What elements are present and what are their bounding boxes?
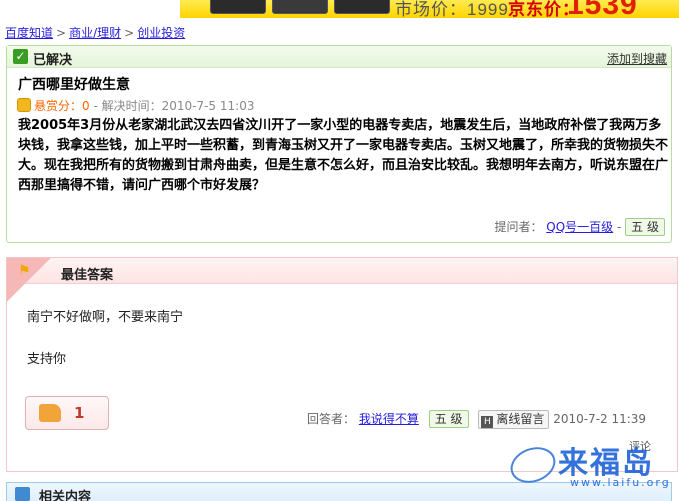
separator: - — [617, 220, 626, 234]
breadcrumb-separator: > — [56, 26, 67, 40]
flag-icon: ⚑ — [18, 263, 31, 279]
question-status: 已解决 — [33, 53, 73, 68]
like-button[interactable]: 1 — [25, 396, 109, 430]
like-count: 1 — [74, 404, 85, 422]
asker-label: 提问者： — [494, 220, 543, 234]
answer-time: 2010-7-2 11:39 — [553, 412, 647, 426]
asker-info: 提问者： QQ号一百级 - 五 级 — [494, 218, 665, 236]
breadcrumb-separator: > — [124, 26, 135, 40]
answer-text-line: 南宁不好做啊，不要来南宁 — [27, 310, 184, 325]
question-header: ✓ 已解决 添加到搜藏 — [7, 46, 671, 68]
message-icon: H — [481, 416, 494, 428]
bounty-score: 悬赏分：0 — [34, 99, 90, 113]
market-price: 市场价：1999 — [395, 0, 509, 18]
thumbs-up-icon — [39, 404, 61, 422]
offline-message-label: 离线留言 — [496, 412, 545, 426]
coin-icon — [17, 98, 31, 112]
ad-banner[interactable]: 市场价：1999 京东价： 1539 — [0, 0, 679, 18]
question-title: 广西哪里好做生意 — [18, 77, 130, 93]
answer-text-line: 支持你 — [27, 352, 67, 367]
asker-level-badge: 五 级 — [625, 218, 665, 236]
question-body: 我2005年3月份从老家湖北武汉去四省汶川开了一家小型的电器专卖店，地震发生后，… — [18, 118, 669, 193]
related-icon — [15, 487, 30, 501]
answerer-name-link[interactable]: 我说得不算 — [359, 412, 419, 426]
offline-message-button[interactable]: H 离线留言 — [478, 410, 550, 429]
jd-price: 1539 — [567, 0, 638, 18]
phone-image — [272, 0, 328, 14]
watermark-ring — [505, 441, 561, 489]
phone-image — [210, 0, 266, 14]
answerer-label: 回答者： — [307, 412, 356, 426]
answerer-level-badge: 五 级 — [428, 410, 469, 428]
best-answer-header: ⚑ 最佳答案 — [7, 258, 677, 302]
solved-time: - 解决时间：2010-7-5 11:03 — [89, 99, 255, 113]
related-title: 相关内容 — [39, 490, 92, 501]
answerer-info: 回答者： 我说得不算 五 级 H 离线留言 2010-7-2 11:39 — [307, 410, 646, 429]
watermark-logo: 来福岛 www.laifu.org — [505, 438, 678, 498]
best-answer-title: 最佳答案 — [61, 268, 114, 283]
breadcrumb: 百度知道 > 商业/理财 > 创业投资 — [5, 24, 185, 41]
breadcrumb-link-startup[interactable]: 创业投资 — [137, 26, 185, 40]
phone-image — [334, 0, 390, 14]
page: 市场价：1999 京东价： 1539 百度知道 > 商业/理财 > 创业投资 ✓ 已解决… — [0, 0, 679, 501]
watermark-url: www.laifu.org — [570, 476, 671, 489]
question-meta: 悬赏分：0 - 解决时间：2010-7-5 11:03 — [17, 97, 254, 114]
check-icon: ✓ — [13, 49, 28, 64]
question-card: ✓ 已解决 添加到搜藏 广西哪里好做生意 悬赏分：0 - 解决时间：2010-7… — [6, 45, 672, 243]
breadcrumb-link-home[interactable]: 百度知道 — [5, 26, 53, 40]
asker-name-link[interactable]: QQ号一百级 — [546, 220, 613, 234]
breadcrumb-link-business[interactable]: 商业/理财 — [69, 26, 121, 40]
add-favorite-link[interactable]: 添加到搜藏 — [607, 50, 667, 67]
